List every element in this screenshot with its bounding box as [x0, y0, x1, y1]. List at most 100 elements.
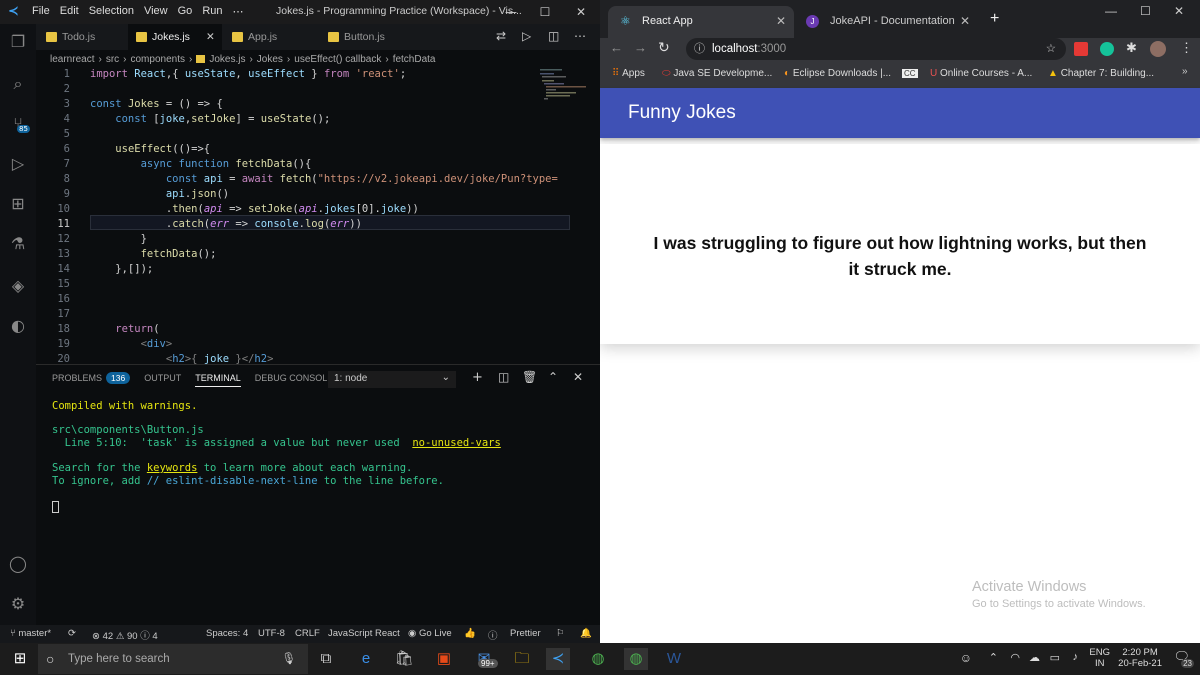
tab-button-js[interactable]: Button.js: [320, 24, 420, 50]
more-actions-icon[interactable]: ⋯: [574, 29, 586, 43]
language-indicator[interactable]: ENG IN: [1089, 647, 1110, 669]
testing-icon[interactable]: ⚗: [6, 232, 30, 256]
settings-gear-icon[interactable]: ⚙: [6, 592, 30, 616]
tab-close-icon[interactable]: ✕: [776, 6, 786, 36]
cloud-icon[interactable]: ☁: [1029, 651, 1040, 664]
eol-status[interactable]: CRLF: [295, 628, 320, 639]
profile-avatar[interactable]: [1150, 41, 1166, 57]
add-terminal-icon[interactable]: +: [472, 370, 483, 385]
tab-app-js[interactable]: App.js: [224, 24, 318, 50]
menu-edit[interactable]: Edit: [60, 5, 79, 18]
task-view-icon[interactable]: ⧉: [314, 648, 338, 670]
bookmark-star-icon[interactable]: ☆: [1046, 38, 1056, 60]
tab-jokes-js[interactable]: Jokes.js ✕: [128, 24, 222, 50]
tab-todo-js[interactable]: Todo.js: [38, 24, 126, 50]
language-status[interactable]: JavaScript React: [328, 628, 400, 639]
run-file-icon[interactable]: ▷: [522, 29, 531, 43]
bell-icon[interactable]: 🔔: [580, 628, 592, 639]
indentation-status[interactable]: Spaces: 4: [206, 628, 248, 639]
split-terminal-icon[interactable]: ◫: [498, 370, 509, 384]
tab-close-icon[interactable]: ✕: [206, 24, 215, 50]
sync-icon[interactable]: ⟳: [68, 628, 76, 639]
microphone-icon[interactable]: 🎙: [281, 644, 296, 674]
new-tab-icon[interactable]: +: [990, 10, 999, 28]
people-icon[interactable]: ☺: [960, 651, 972, 665]
edge-icon[interactable]: e: [354, 648, 378, 670]
extension-red-icon[interactable]: [1074, 42, 1088, 56]
chrome-icon[interactable]: ◍: [586, 648, 610, 670]
forward-icon[interactable]: →: [634, 40, 647, 55]
run-debug-icon[interactable]: ▷: [6, 152, 30, 176]
chrome-active-icon[interactable]: ◍: [624, 648, 648, 670]
chevron-up-icon[interactable]: ⌃: [989, 651, 998, 664]
tab-output[interactable]: OUTPUT: [144, 373, 181, 387]
menu-selection[interactable]: Selection: [89, 5, 134, 18]
breadcrumb-item[interactable]: src: [106, 54, 119, 65]
thumbs-up-icon[interactable]: 👍: [464, 628, 476, 639]
breadcrumb-item[interactable]: components: [131, 54, 185, 65]
search-icon[interactable]: ⌕: [6, 72, 30, 96]
breadcrumb-item[interactable]: Jokes.js: [209, 54, 245, 65]
maximize-panel-icon[interactable]: ⌃: [548, 370, 558, 384]
info-circle-icon[interactable]: ⓘ: [488, 628, 498, 642]
minimize-icon[interactable]: —: [500, 2, 522, 22]
vscode-taskbar-icon[interactable]: ≺: [546, 648, 570, 670]
breadcrumb-item[interactable]: fetchData: [393, 54, 436, 65]
prettier-status[interactable]: Prettier: [510, 628, 541, 639]
code-editor[interactable]: 1 2 3 4 5 6 7 8 9 10 11 12 13 14 15 16 1…: [36, 68, 600, 364]
back-icon[interactable]: ←: [610, 40, 623, 55]
bookmark-chapter7[interactable]: ▲ Chapter 7: Building...: [1048, 68, 1154, 79]
tab-problems[interactable]: PROBLEMS 136: [52, 372, 131, 387]
more-bookmarks-icon[interactable]: »: [1182, 66, 1188, 77]
encoding-status[interactable]: UTF-8: [258, 628, 285, 639]
windows-start-icon[interactable]: ⊞: [8, 648, 32, 670]
tab-close-icon[interactable]: ✕: [960, 6, 970, 36]
network-icon[interactable]: ◠: [1010, 651, 1020, 664]
close-icon[interactable]: ✕: [570, 2, 592, 22]
office-icon[interactable]: ▣: [432, 648, 456, 670]
address-bar[interactable]: ⓘ localhost:3000 ☆: [686, 38, 1066, 60]
bookmark-java[interactable]: ⬭ Java SE Developme...: [662, 68, 772, 79]
menu-go[interactable]: Go: [178, 5, 193, 18]
reload-icon[interactable]: ↻: [658, 39, 670, 56]
tab-debug-console[interactable]: DEBUG CONSOLE: [255, 373, 334, 387]
close-panel-icon[interactable]: ✕: [573, 370, 583, 384]
menu-more[interactable]: ⋯: [233, 5, 244, 18]
grammarly-icon[interactable]: [1100, 42, 1114, 56]
chrome-menu-icon[interactable]: ⋮: [1180, 40, 1193, 56]
problems-status[interactable]: ⊗ 42 ⚠ 90 ⓘ 4: [92, 628, 158, 642]
bookmark-cc[interactable]: CC: [902, 68, 918, 79]
git-graph-icon[interactable]: ◐: [6, 314, 30, 338]
close-icon[interactable]: ✕: [1174, 4, 1184, 18]
breadcrumb-item[interactable]: learnreact: [50, 54, 94, 65]
maximize-icon[interactable]: ☐: [1140, 4, 1151, 18]
account-icon[interactable]: ◯: [6, 552, 30, 576]
tab-terminal[interactable]: TERMINAL: [195, 373, 241, 387]
battery-icon[interactable]: ▭: [1050, 651, 1060, 664]
extensions-puzzle-icon[interactable]: ✱: [1126, 40, 1137, 56]
word-icon[interactable]: W: [662, 648, 686, 670]
taskbar-search[interactable]: ○ Type here to search 🎙: [38, 644, 308, 674]
tab-jokeapi-docs[interactable]: J JokeAPI - Documentation ✕: [796, 6, 978, 38]
docker-icon[interactable]: ◈: [6, 274, 30, 298]
split-editor-icon[interactable]: ◫: [548, 29, 559, 43]
clock[interactable]: 2:20 PM 20-Feb-21: [1118, 647, 1162, 669]
breadcrumb-item[interactable]: useEffect() callback: [294, 54, 381, 65]
branch-status[interactable]: ⑂ master*: [10, 628, 51, 639]
explorer-icon[interactable]: ❐: [6, 30, 30, 54]
minimap[interactable]: [538, 68, 586, 108]
terminal-select[interactable]: 1: node ⌄: [328, 371, 456, 388]
compare-icon[interactable]: ⇄: [496, 29, 506, 43]
extensions-icon[interactable]: ⊞: [6, 192, 30, 216]
menu-file[interactable]: File: [32, 5, 50, 18]
minimize-icon[interactable]: —: [1105, 4, 1117, 18]
store-icon[interactable]: 🛍: [392, 648, 416, 670]
breadcrumb-item[interactable]: Jokes: [257, 54, 283, 65]
trash-icon[interactable]: 🗑: [522, 370, 537, 384]
volume-icon[interactable]: ♪: [1073, 651, 1079, 663]
file-explorer-icon[interactable]: 🗀: [510, 648, 534, 670]
maximize-icon[interactable]: ☐: [534, 2, 556, 22]
tab-react-app[interactable]: ⚛ React App ✕: [608, 6, 794, 38]
menu-view[interactable]: View: [144, 5, 168, 18]
bookmark-apps[interactable]: ⠿ Apps: [612, 68, 645, 79]
